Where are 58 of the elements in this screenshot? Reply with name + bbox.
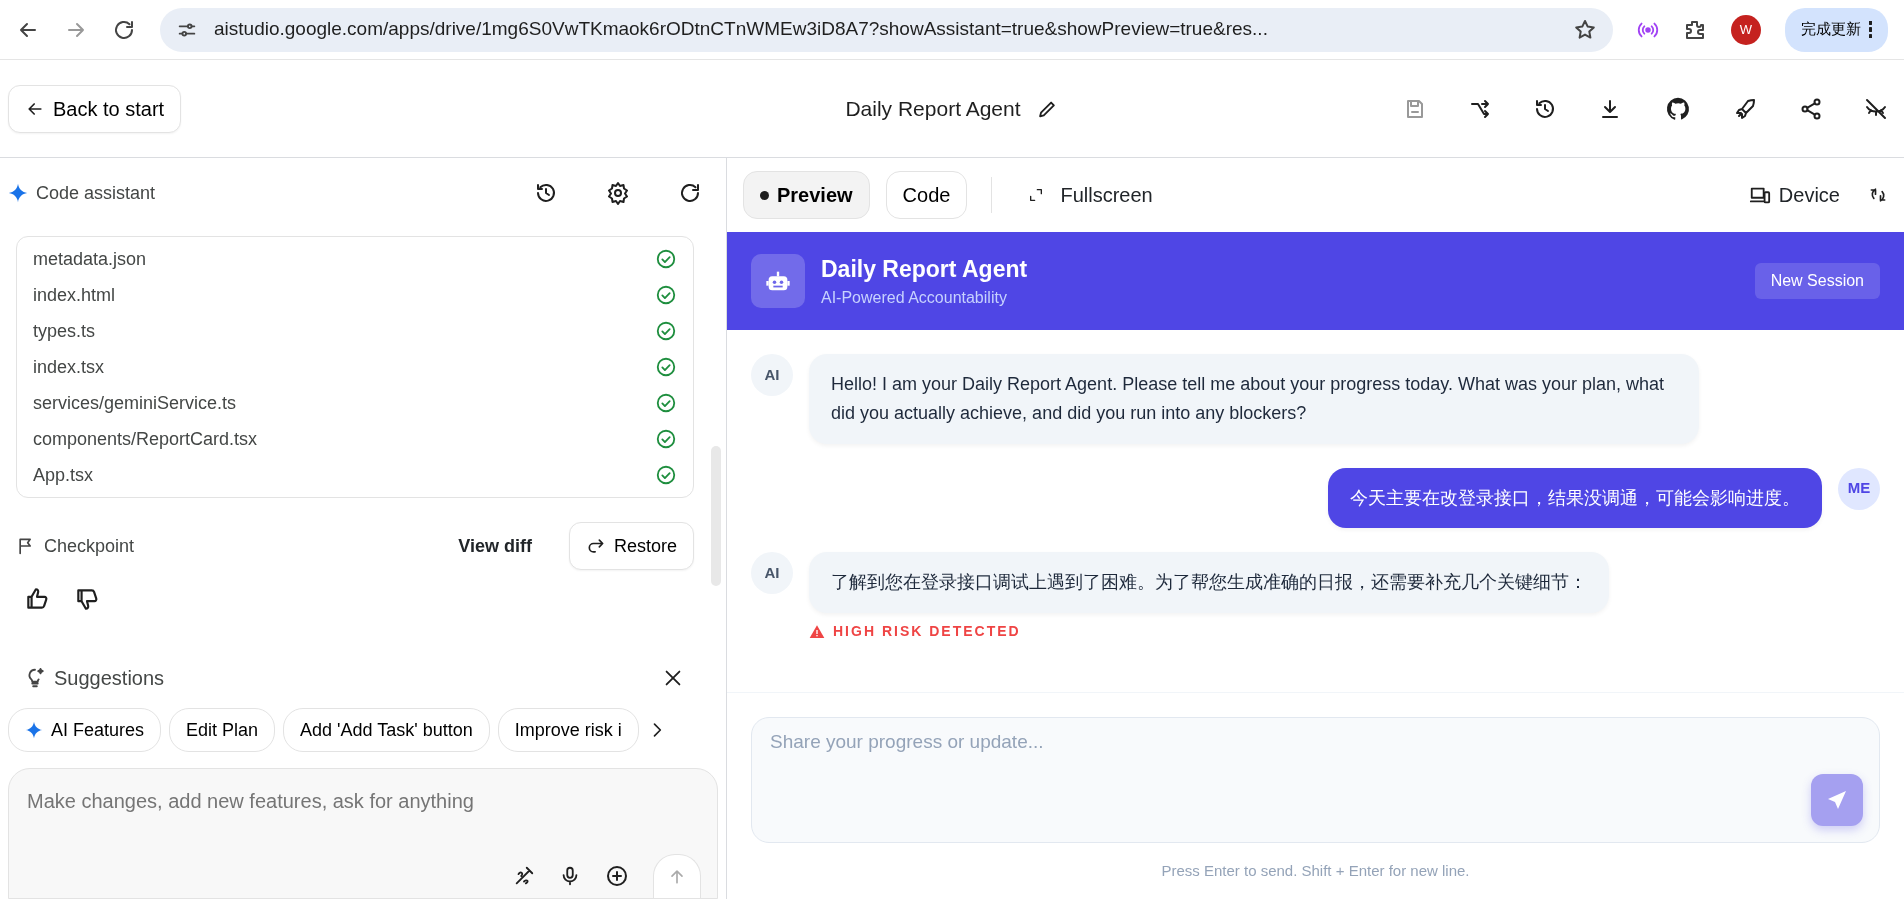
file-name: index.tsx (33, 356, 106, 379)
message-bubble: 了解到您在登录接口调试上遇到了困难。为了帮您生成准确的日报，还需要补充几个关键细节： (809, 552, 1609, 614)
share-icon[interactable] (1799, 96, 1823, 121)
suggestion-chip[interactable]: Improve risk i (497, 708, 639, 752)
file-name: App.tsx (33, 464, 95, 487)
hide-icon[interactable] (1864, 96, 1888, 121)
app-title: Daily Report Agent (845, 95, 1021, 122)
suggestion-chip[interactable]: AI Features (8, 708, 162, 752)
view-diff-button[interactable]: View diff (445, 525, 545, 567)
prompt-field[interactable]: Make changes, add new features, ask for anything (25, 785, 701, 817)
file-name: types.ts (33, 320, 97, 343)
rocket-icon[interactable] (1734, 96, 1758, 121)
history-icon[interactable] (534, 181, 558, 205)
back-to-start-button[interactable]: Back to start (8, 84, 182, 133)
sparkle-icon (25, 721, 43, 739)
suggestion-chip[interactable]: Edit Plan (169, 708, 276, 752)
file-name: metadata.json (33, 248, 148, 271)
warning-icon (809, 623, 825, 640)
new-session-button[interactable]: New Session (1754, 263, 1880, 299)
avatar: ME (1838, 467, 1880, 510)
file-name: components/ReportCard.tsx (33, 428, 259, 451)
refresh-icon[interactable] (678, 181, 702, 205)
thumbs-down-icon[interactable] (74, 586, 100, 612)
device-button[interactable]: Device (1736, 174, 1852, 216)
suggestions-title: Suggestions (54, 666, 165, 691)
update-button[interactable]: 完成更新 (1785, 7, 1888, 52)
profile-avatar[interactable]: W (1731, 14, 1761, 45)
message-input[interactable]: Share your progress or update... (768, 726, 1811, 826)
sparkle-icon (8, 183, 28, 203)
magic-wand-icon[interactable] (513, 865, 535, 887)
file-name: index.html (33, 284, 117, 307)
bookmark-star-icon[interactable] (1573, 17, 1597, 42)
panel-title: Code assistant (36, 181, 156, 205)
message-composer-field[interactable]: Share your progress or update... (751, 717, 1880, 843)
checkpoint-label: Checkpoint (44, 534, 135, 558)
risk-warning-text: HIGH RISK DETECTED (833, 622, 1021, 642)
robot-icon (751, 254, 805, 308)
message-bubble: Hello! I am your Daily Report Agent. Please tell me about your progress today. What was your plan, what did you actually achieve, and did you run into any blockers? (809, 354, 1699, 444)
thumbs-up-icon[interactable] (24, 586, 50, 612)
file-name: services/geminiService.ts (33, 392, 238, 415)
add-icon[interactable] (605, 864, 629, 888)
tab[interactable]: Code (885, 171, 968, 219)
suggestion-chip[interactable]: Add 'Add Task' button (283, 708, 490, 752)
tab[interactable]: Preview (743, 171, 870, 219)
avatar: AI (751, 552, 793, 595)
settings-icon[interactable] (606, 181, 630, 205)
restore-button[interactable]: Restore (568, 522, 694, 570)
fullscreen-button[interactable]: Fullscreen (1016, 174, 1165, 216)
hint-text: Press Enter to send. Shift + Enter for new line. (1161, 862, 1470, 879)
app-subtitle: AI-Powered Accountability (821, 288, 1008, 309)
prompt-composer-field[interactable]: Make changes, add new features, ask for anything (8, 768, 718, 899)
address-bar[interactable]: aistudio.google.com/apps/drive/1mg6S0VwTKmaok6rODtnCTnWMEw3iD8A7?showAssistant=true&showPreview=true&res... (160, 7, 1613, 52)
app-name: Daily Report Agent (821, 254, 1028, 284)
avatar: AI (751, 354, 793, 396)
rotate-icon[interactable] (1868, 185, 1888, 205)
expand-icon (1028, 187, 1045, 203)
message-bubble: 今天主要在改登录接口，结果没调通，可能会影响进度。 (1328, 467, 1822, 529)
more-icon (1869, 21, 1872, 38)
